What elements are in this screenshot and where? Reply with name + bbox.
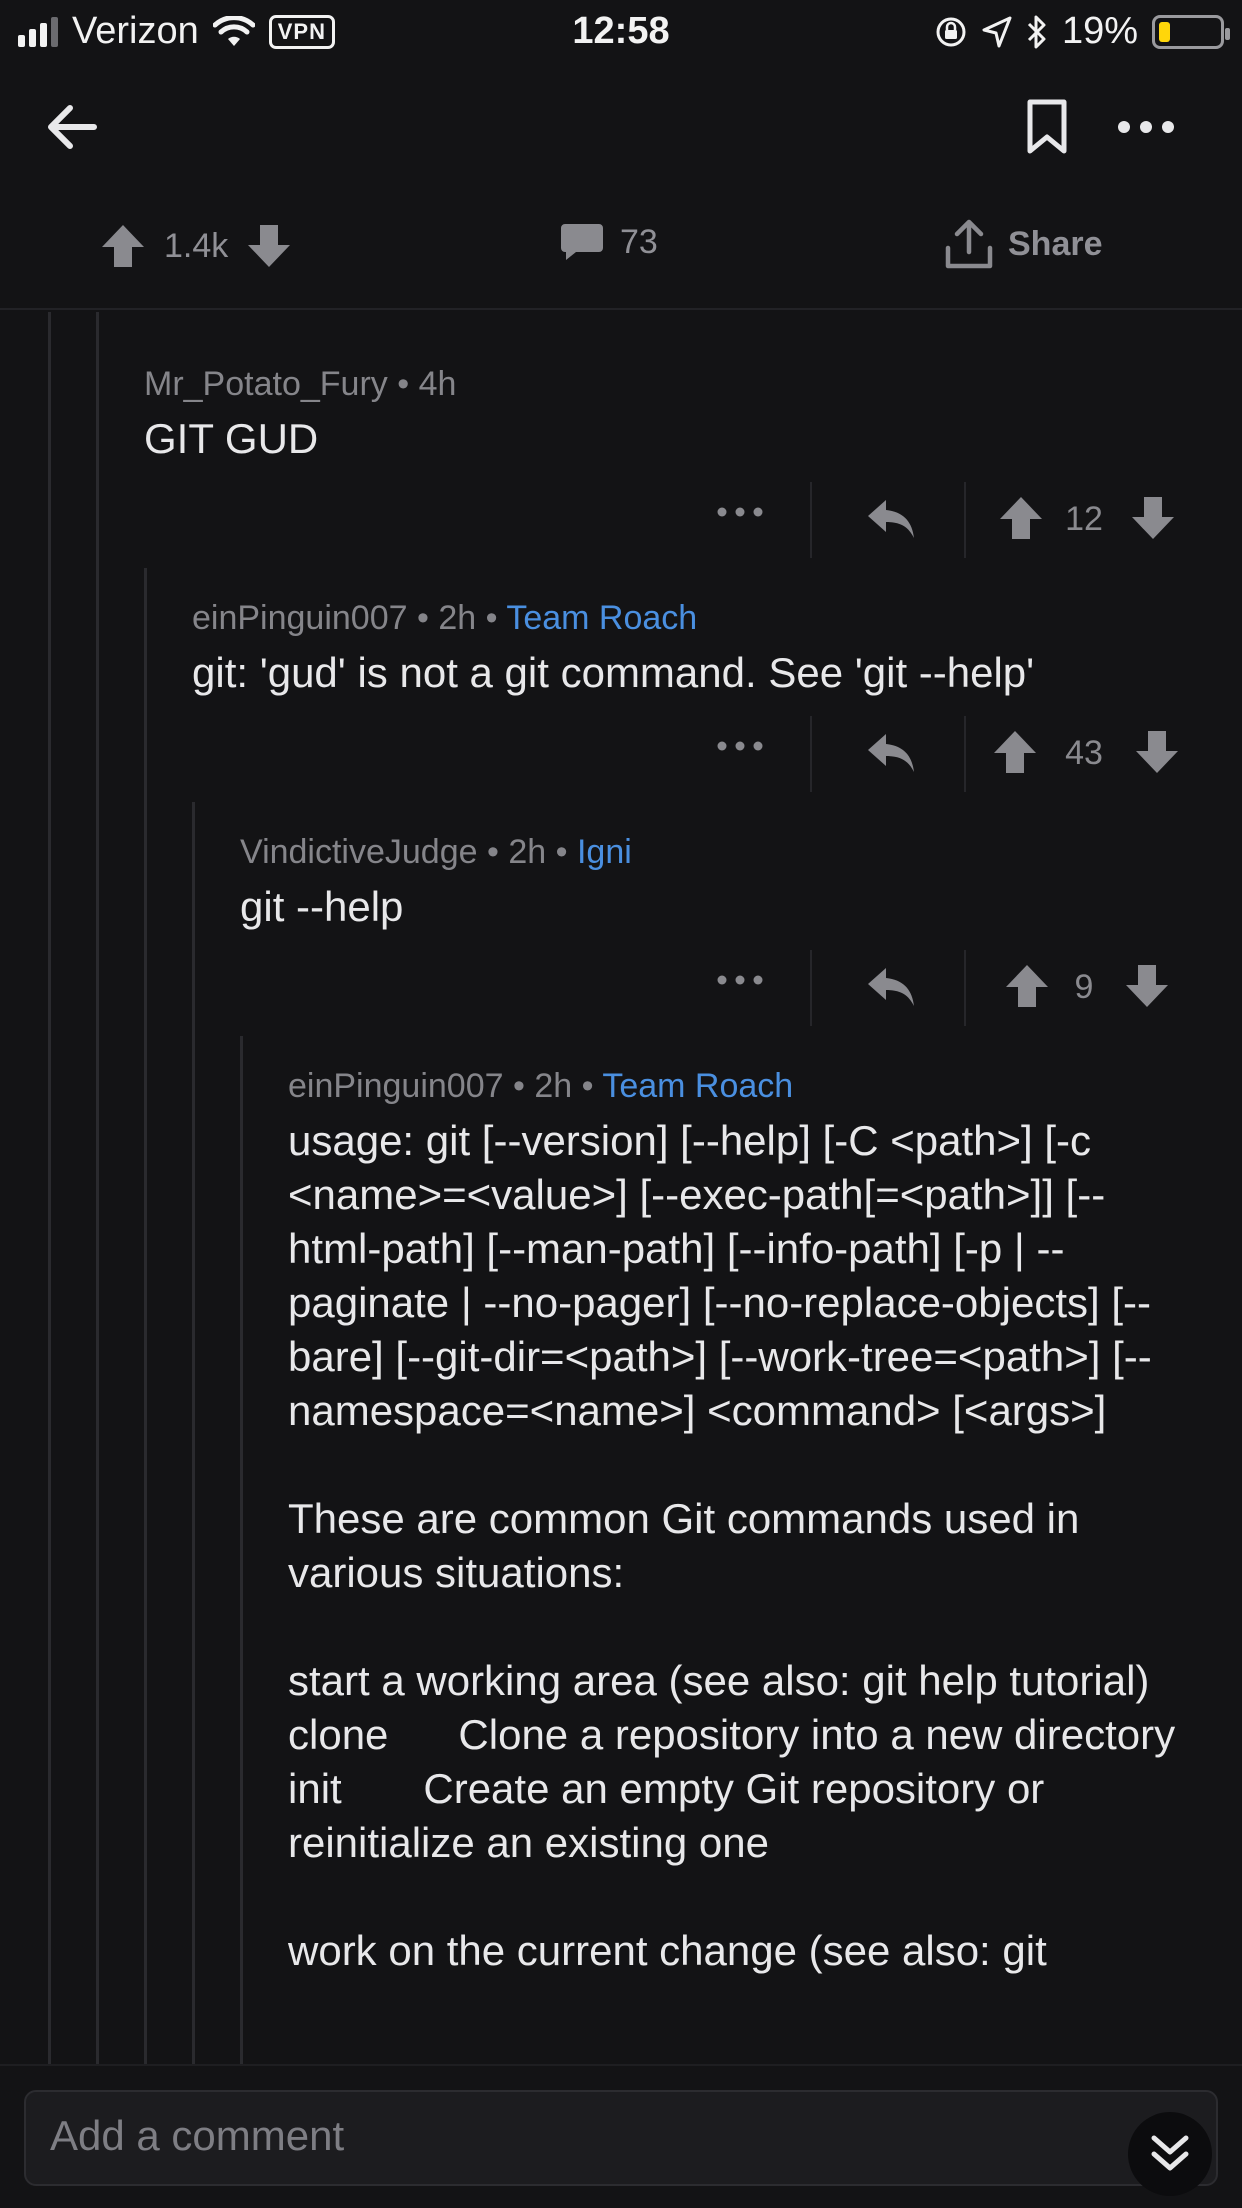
jump-to-next-button[interactable] (1128, 2112, 1212, 2196)
more-options-icon[interactable] (714, 502, 766, 522)
comment-age: 2h (438, 599, 477, 637)
comment-age: 2h (534, 1067, 573, 1105)
user-flair: Team Roach (506, 599, 698, 637)
post-vote-controls: 1.4k (100, 222, 292, 270)
reply-icon[interactable] (864, 730, 918, 776)
divider (964, 950, 966, 1026)
comment-score: 43 (1065, 734, 1103, 772)
battery-percent: 19% (1061, 10, 1138, 52)
reply-icon[interactable] (864, 964, 918, 1010)
downvote-icon[interactable] (1124, 962, 1170, 1010)
comment-author[interactable]: einPinguin007 (288, 1067, 504, 1105)
divider (964, 716, 966, 792)
comment-thread: Mr_Potato_Fury • 4h GIT GUD 12 einPingui… (0, 312, 1242, 2064)
status-bar: Verizon VPN 12:58 19% (0, 0, 1242, 62)
comment-meta: Mr_Potato_Fury • 4h (144, 365, 457, 403)
upvote-icon[interactable] (998, 494, 1044, 542)
thread-line[interactable] (240, 1036, 243, 2064)
bluetooth-icon (1027, 15, 1046, 48)
back-arrow-icon[interactable] (42, 97, 102, 157)
comment-score: 12 (1065, 500, 1103, 538)
comment-body: GIT GUD (144, 412, 1204, 466)
comment-meta: einPinguin007 • 2h • Team Roach (192, 599, 698, 637)
comment-paragraph: GIT GUD (144, 415, 319, 462)
comment: VindictiveJudge • 2h • Igni git --help (240, 830, 1210, 934)
upvote-icon[interactable] (1004, 962, 1050, 1010)
comment: einPinguin007 • 2h • Team Roach usage: g… (288, 1064, 1193, 1978)
comment-age: 4h (418, 365, 457, 403)
comment-author[interactable]: einPinguin007 (192, 599, 408, 637)
comment-meta: VindictiveJudge • 2h • Igni (240, 833, 632, 871)
share-label: Share (1008, 224, 1103, 263)
comment-author[interactable]: VindictiveJudge (240, 833, 478, 871)
upvote-icon[interactable] (992, 728, 1038, 776)
comment-actions: 9 (714, 950, 1194, 1026)
comment-author[interactable]: Mr_Potato_Fury (144, 365, 388, 403)
bookmark-icon[interactable] (1022, 97, 1072, 157)
comment-composer-bar: Add a comment (0, 2064, 1242, 2208)
share-button[interactable]: Share (944, 218, 1103, 270)
battery-level (1159, 21, 1171, 42)
more-options-icon[interactable] (714, 970, 766, 990)
comments-count-button[interactable]: 73 (560, 222, 658, 262)
divider (810, 482, 812, 558)
comment-paragraph: git: 'gud' is not a git command. See 'gi… (192, 649, 1035, 696)
comment-age: 2h (508, 833, 547, 871)
add-comment-input[interactable]: Add a comment (24, 2090, 1218, 2186)
comment-paragraph: These are common Git commands used in va… (288, 1495, 1092, 1596)
navigation-bar (0, 62, 1242, 192)
reply-icon[interactable] (864, 496, 918, 542)
divider (810, 950, 812, 1026)
comment-meta: einPinguin007 • 2h • Team Roach (288, 1067, 794, 1105)
comment-body: git --help (240, 880, 1210, 934)
downvote-icon[interactable] (246, 222, 292, 270)
comments-count: 73 (620, 222, 658, 261)
thread-line[interactable] (48, 312, 51, 2064)
comment-actions: 43 (714, 716, 1194, 792)
downvote-icon[interactable] (1134, 728, 1180, 776)
divider (964, 482, 966, 558)
more-options-icon[interactable] (714, 736, 766, 756)
divider (810, 716, 812, 792)
rotation-lock-icon (936, 17, 966, 46)
location-icon (982, 16, 1012, 47)
comment-body: usage: git [--version] [--help] [-C <pat… (288, 1114, 1193, 1978)
comment-paragraph: usage: git [--version] [--help] [-C <pat… (288, 1117, 1152, 1434)
comment: Mr_Potato_Fury • 4h GIT GUD (144, 362, 1204, 466)
chevrons-down-icon (1151, 2135, 1189, 2171)
comment-score: 9 (1074, 968, 1094, 1006)
thread-line[interactable] (96, 312, 99, 2064)
thread-line[interactable] (192, 802, 195, 2064)
downvote-icon[interactable] (1130, 494, 1176, 542)
post-score: 1.4k (164, 226, 229, 265)
upvote-icon[interactable] (100, 222, 146, 270)
comment-thread-screen: Verizon VPN 12:58 19% 1.4k 73 Share Mr_P… (0, 0, 1242, 2208)
thread-line[interactable] (144, 568, 147, 2064)
user-flair: Team Roach (602, 1067, 794, 1105)
more-options-icon[interactable] (1116, 112, 1176, 142)
comment-paragraph: work on the current change (see also: gi… (288, 1927, 1047, 1974)
comment-paragraph: git --help (240, 883, 404, 930)
battery-icon (1152, 14, 1230, 49)
add-comment-placeholder: Add a comment (50, 2112, 345, 2159)
comment-actions: 12 (714, 482, 1194, 558)
share-icon (945, 219, 993, 269)
comment-body: git: 'gud' is not a git command. See 'gi… (192, 646, 1212, 700)
comment: einPinguin007 • 2h • Team Roach git: 'gu… (192, 596, 1212, 700)
user-flair: Igni (576, 833, 632, 871)
post-action-bar: 1.4k 73 Share (0, 192, 1242, 310)
comment-paragraph: start a working area (see also: git help… (288, 1657, 1187, 1866)
comment-bubble-icon (561, 224, 603, 260)
